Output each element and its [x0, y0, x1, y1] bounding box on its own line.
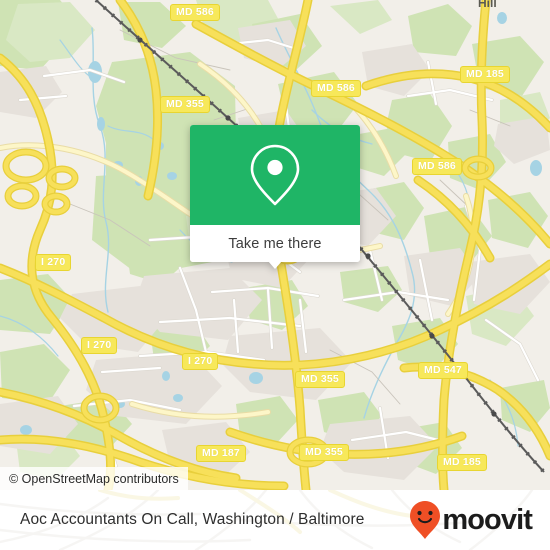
road-shield: MD 185 [460, 66, 510, 83]
map-canvas[interactable]: .grn { fill:#cfe3b4; } .grn2 { fill:#d9e… [0, 0, 550, 490]
popup-image-area [190, 125, 360, 225]
road-shield: MD 185 [437, 454, 487, 471]
location-pin-icon [250, 144, 300, 206]
road-shield: I 270 [182, 353, 219, 370]
road-shield: MD 586 [412, 158, 462, 175]
road-shield: MD 355 [295, 371, 345, 388]
place-label: Hill [478, 0, 497, 10]
popup-action-area[interactable]: Take me there [190, 225, 360, 262]
road-shield: MD 187 [196, 445, 246, 462]
road-shield: MD 547 [418, 362, 468, 379]
road-shield: I 270 [35, 254, 72, 271]
take-me-there-label: Take me there [228, 235, 322, 252]
footer-content: Aoc Accountants On Call, Washington / Ba… [0, 490, 550, 550]
popup-pointer-tail [268, 261, 282, 269]
moovit-pin-icon [410, 501, 441, 539]
place-title: Aoc Accountants On Call, Washington / Ba… [20, 511, 365, 528]
map-attribution: © OpenStreetMap contributors [0, 467, 188, 490]
road-shield: MD 586 [170, 4, 220, 21]
moovit-map-screenshot: .grn { fill:#cfe3b4; } .grn2 { fill:#d9e… [0, 0, 550, 550]
footer-bar: Aoc Accountants On Call, Washington / Ba… [0, 490, 550, 550]
attribution-text: © OpenStreetMap contributors [9, 471, 179, 486]
road-shield: MD 355 [160, 96, 210, 113]
road-shield: MD 355 [299, 444, 349, 461]
road-shield: I 270 [81, 337, 118, 354]
popup-inner: Take me there [190, 125, 360, 262]
road-shield: MD 586 [311, 80, 361, 97]
location-popup-card[interactable]: Take me there [190, 125, 360, 269]
moovit-brand[interactable]: moovit [409, 500, 533, 540]
moovit-wordmark: moovit [442, 503, 533, 536]
